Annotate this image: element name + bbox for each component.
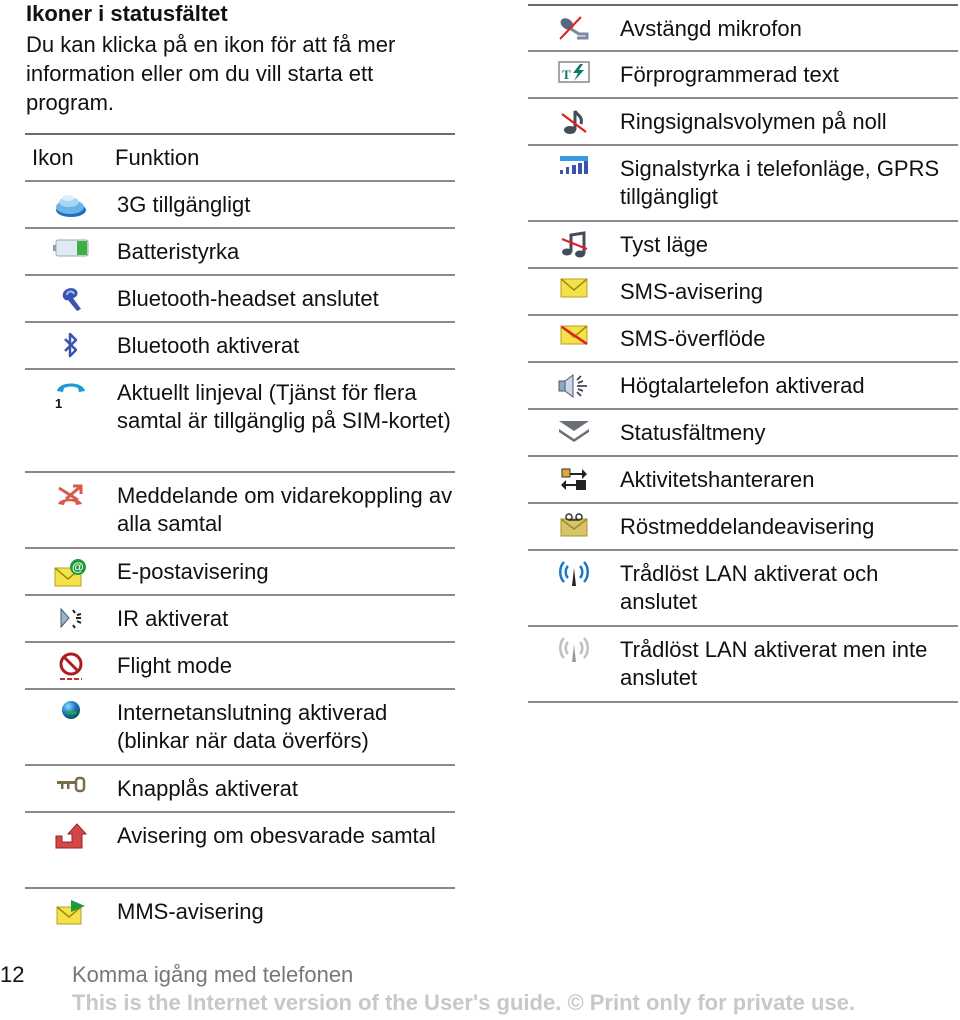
missed-call-icon	[25, 813, 116, 887]
table-row: Bluetooth-headset anslutet	[25, 276, 455, 323]
svg-text:1: 1	[55, 396, 62, 409]
infrared-icon	[25, 596, 116, 641]
row-text: Bluetooth-headset anslutet	[117, 286, 379, 311]
wlan-connected-icon	[528, 551, 619, 625]
signal-strength-gprs-icon	[528, 146, 619, 220]
chapter-title: Komma igång med telefonen	[72, 962, 354, 987]
ringtone-muted-icon	[528, 99, 619, 144]
keylock-icon	[25, 766, 116, 811]
svg-text:@: @	[72, 560, 84, 574]
predictive-text-icon: T	[528, 52, 619, 97]
table-row: Röstmeddelandeavisering	[528, 504, 958, 551]
battery-icon	[25, 229, 116, 274]
table-row: Statusfältmeny	[528, 410, 958, 457]
table-row: @ E-postavisering	[25, 549, 455, 596]
row-text: Aktivitetshanteraren	[620, 467, 815, 492]
table-row: Avisering om obesvarade samtal	[25, 813, 455, 889]
table-row: Meddelande om vidarekoppling av alla sam…	[25, 473, 455, 549]
row-text: Högtalartelefon aktiverad	[620, 373, 865, 398]
row-text: Batteristyrka	[117, 239, 240, 264]
status-menu-icon	[528, 410, 619, 455]
row-text: IR aktiverat	[117, 606, 229, 631]
table-row: Internetanslutning aktiverad (blinkar nä…	[25, 690, 455, 766]
silent-mode-icon	[528, 222, 619, 267]
table-row: Ringsignalsvolymen på noll	[528, 99, 958, 146]
row-text: Bluetooth aktiverat	[117, 333, 300, 358]
row-text: Signalstyrka i telefonläge, GPRS tillgän…	[620, 156, 940, 209]
row-text: Flight mode	[117, 653, 232, 678]
table-row: Trådlöst LAN aktiverat men inte anslutet	[528, 627, 958, 703]
row-text: Aktuellt linjeval (Tjänst för flera samt…	[117, 380, 451, 433]
line-1-phone-icon: 1	[25, 370, 116, 471]
voicemail-icon	[528, 504, 619, 549]
icon-table-left: Ikon Funktion 3G tillgängligt Batteristy…	[25, 133, 455, 936]
row-text: Meddelande om vidarekoppling av alla sam…	[117, 483, 453, 536]
page-number: 12	[0, 962, 25, 987]
sms-overflow-icon	[528, 316, 619, 361]
table-row: Flight mode	[25, 643, 455, 690]
intro-text: Du kan klicka på en ikon för att få mer …	[26, 32, 396, 115]
table-row: Signalstyrka i telefonläge, GPRS tillgän…	[528, 146, 958, 222]
call-divert-icon	[25, 473, 116, 547]
table-row: MMS-avisering	[25, 889, 455, 936]
row-text: Avstängd mikrofon	[620, 16, 802, 41]
bluetooth-icon	[25, 323, 116, 368]
microphone-muted-icon	[528, 6, 619, 50]
table-row: Tyst läge	[528, 222, 958, 269]
row-text: Trådlöst LAN aktiverat men inte anslutet	[620, 637, 928, 690]
table-row: Avstängd mikrofon	[528, 6, 958, 52]
svg-text:T: T	[562, 67, 571, 82]
sms-notification-icon	[528, 269, 619, 314]
row-text: Förprogrammerad text	[620, 62, 839, 87]
copyright-notice: This is the Internet version of the User…	[72, 990, 856, 1015]
row-text: MMS-avisering	[117, 899, 264, 924]
row-text: SMS-avisering	[620, 279, 764, 304]
table-row: IR aktiverat	[25, 596, 455, 643]
table-row: T Förprogrammerad text	[528, 52, 958, 99]
table-row: 1 Aktuellt linjeval (Tjänst för flera sa…	[25, 370, 455, 473]
table-row: 3G tillgängligt	[25, 182, 455, 229]
bluetooth-headset-icon	[25, 276, 116, 321]
table-row: Högtalartelefon aktiverad	[528, 363, 958, 410]
table-row: SMS-överflöde	[528, 316, 958, 363]
row-text: Knapplås aktiverat	[117, 776, 298, 801]
table-row: Trådlöst LAN aktiverat och anslutet	[528, 551, 958, 627]
row-text: Statusfältmeny	[620, 420, 766, 445]
header-function-column: Funktion	[115, 145, 200, 170]
wlan-not-connected-icon	[528, 627, 619, 701]
flight-mode-icon	[25, 643, 116, 688]
row-text: 3G tillgängligt	[117, 192, 251, 217]
email-notification-icon: @	[25, 549, 116, 594]
row-text: Tyst läge	[620, 232, 709, 257]
icon-table-right: Avstängd mikrofon T Förprogrammerad text…	[528, 4, 958, 703]
table-header-row: Ikon Funktion	[25, 135, 455, 182]
row-text: Ringsignalsvolymen på noll	[620, 109, 887, 134]
row-text: Avisering om obesvarade samtal	[117, 823, 436, 848]
section-title: Ikoner i statusfältet	[26, 1, 228, 26]
activity-manager-icon	[528, 457, 619, 502]
table-row: Batteristyrka	[25, 229, 455, 276]
row-text: SMS-överflöde	[620, 326, 766, 351]
3g-icon	[25, 182, 116, 227]
row-text: Internetanslutning aktiverad (blinkar nä…	[117, 700, 388, 753]
table-row: Knapplås aktiverat	[25, 766, 455, 813]
row-text: Röstmeddelandeavisering	[620, 514, 875, 539]
speakerphone-icon	[528, 363, 619, 408]
table-row: SMS-avisering	[528, 269, 958, 316]
table-row: Aktivitetshanteraren	[528, 457, 958, 504]
header-icon-column: Ikon	[32, 145, 74, 170]
mms-notification-icon	[25, 889, 116, 936]
row-text: E-postavisering	[117, 559, 269, 584]
table-row: Bluetooth aktiverat	[25, 323, 455, 370]
internet-globe-icon	[25, 690, 116, 764]
row-text: Trådlöst LAN aktiverat och anslutet	[620, 561, 879, 614]
